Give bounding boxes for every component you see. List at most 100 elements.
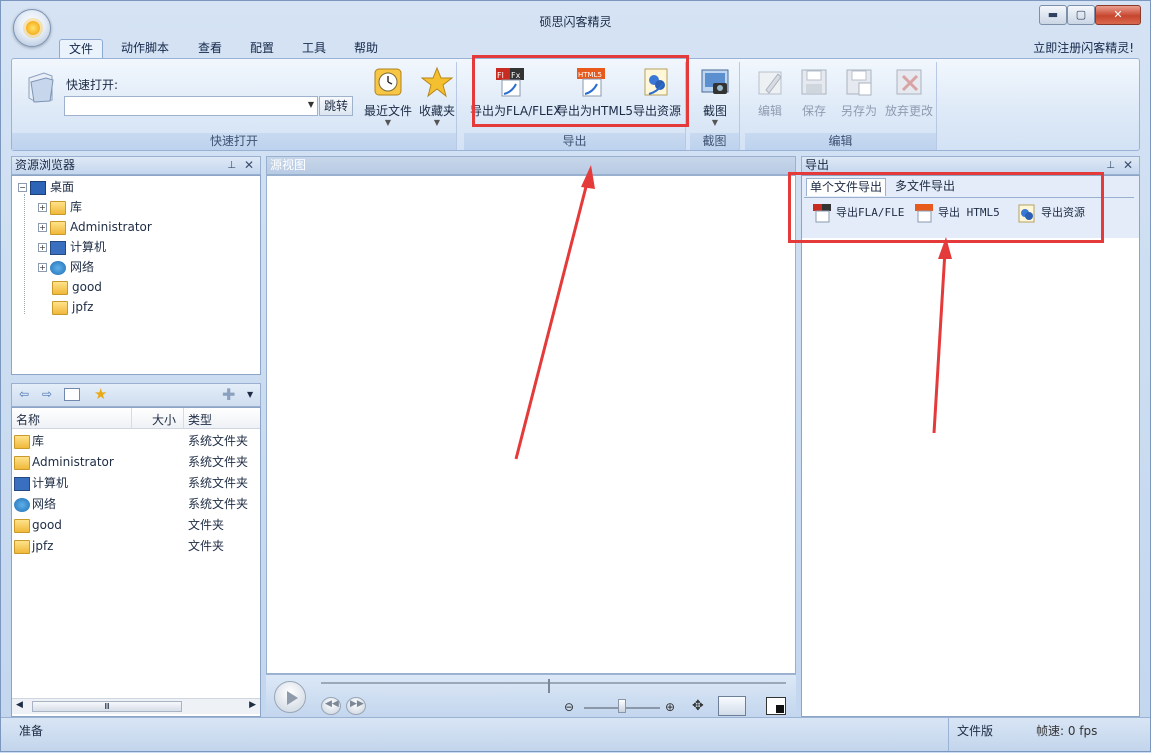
tab-help[interactable]: 帮助	[345, 39, 387, 59]
column-size[interactable]: 大小	[152, 411, 176, 428]
edit-button[interactable]: 编辑	[749, 66, 791, 119]
network-icon	[50, 260, 66, 275]
export-html5-button[interactable]: HTML5 导出为HTML5	[556, 66, 633, 119]
star-icon	[420, 66, 454, 98]
zoom-slider-thumb[interactable]	[618, 699, 626, 713]
pan-zoom-icon[interactable]: ✥	[692, 698, 704, 714]
folder-icon	[14, 539, 30, 554]
rewind-button[interactable]: ◀◀	[321, 697, 341, 715]
folder-icon	[52, 280, 68, 295]
up-folder-icon[interactable]	[64, 388, 80, 401]
save-button[interactable]: 保存	[793, 66, 835, 119]
go-button[interactable]: 跳转	[319, 96, 353, 116]
tree-item-jpfz[interactable]: jpfz	[52, 298, 93, 316]
folder-icon	[14, 518, 30, 533]
actual-size-icon[interactable]	[718, 696, 746, 716]
back-arrow-icon[interactable]: ⇦	[19, 387, 29, 401]
quick-open-input[interactable]: ▼	[64, 96, 318, 116]
desktop-icon	[30, 180, 46, 195]
maximize-button[interactable]: ▢	[1067, 5, 1095, 25]
app-logo-icon	[26, 21, 40, 35]
tab-single-file-export[interactable]: 单个文件导出	[806, 178, 887, 196]
tree-item-administrator[interactable]: + Administrator	[38, 218, 152, 236]
tab-actionscript[interactable]: 动作脚本	[113, 39, 177, 59]
export-resources-button[interactable]: 导出资源	[630, 66, 684, 119]
app-menu-button[interactable]	[13, 9, 51, 47]
column-name[interactable]: 名称	[16, 411, 40, 428]
minimize-button[interactable]: ▬	[1039, 5, 1067, 25]
expand-icon[interactable]: +	[38, 203, 47, 212]
group-screenshot: 截图 ▼ 截图	[690, 62, 740, 150]
add-icon[interactable]: ✚	[222, 385, 235, 404]
list-item-computer[interactable]: 计算机 系统文件夹	[14, 473, 259, 494]
register-link[interactable]: 立即注册闪客精灵!	[1033, 39, 1134, 58]
collapse-icon[interactable]: −	[18, 183, 27, 192]
dropdown-arrow-icon: ▼	[384, 118, 392, 127]
close-panel-icon[interactable]: ✕	[244, 157, 254, 174]
list-item-library[interactable]: 库系统文件夹	[14, 431, 259, 452]
tab-config[interactable]: 配置	[241, 39, 283, 59]
expand-icon[interactable]: +	[38, 223, 47, 232]
tree-item-network[interactable]: + 网络	[38, 258, 94, 276]
export-fla-panel-button[interactable]: 导出FLA/FLE	[812, 202, 904, 224]
tab-multi-file-export[interactable]: 多文件导出	[892, 178, 958, 196]
column-type[interactable]: 类型	[188, 411, 212, 428]
list-item-network[interactable]: 网络 系统文件夹	[14, 494, 259, 515]
fast-forward-button[interactable]: ▶▶	[346, 697, 366, 715]
tab-view[interactable]: 查看	[189, 39, 231, 59]
timeline-marker[interactable]	[548, 679, 550, 693]
pin-icon[interactable]: ⊥	[1106, 157, 1115, 174]
svg-text:Fx: Fx	[511, 71, 521, 80]
scroll-left-icon[interactable]: ◀	[16, 700, 23, 710]
resource-browser-title: 资源浏览器	[15, 158, 76, 172]
horizontal-scrollbar[interactable]: ◀ Ⅲ ▶	[12, 698, 260, 714]
tab-tools[interactable]: 工具	[293, 39, 335, 59]
play-button[interactable]	[274, 681, 306, 713]
scroll-right-icon[interactable]: ▶	[249, 700, 256, 710]
favorite-star-icon[interactable]: ★	[94, 385, 107, 403]
favorites-button[interactable]: 收藏夹 ▼	[416, 66, 458, 127]
background-color-icon[interactable]	[766, 697, 786, 715]
pin-icon[interactable]: ⊥	[227, 157, 236, 174]
tree-item-library[interactable]: + 库	[38, 198, 82, 216]
fla-flex-icon	[812, 203, 832, 223]
resources-icon	[641, 66, 673, 98]
zoom-in-icon[interactable]: ⊕	[665, 700, 675, 714]
title-bar: 硕思闪客精灵 ▬ ▢ ✕	[1, 1, 1150, 47]
camera-icon	[699, 66, 731, 98]
dropdown-arrow-icon[interactable]: ▼	[247, 390, 253, 399]
screenshot-button[interactable]: 截图 ▼	[694, 66, 736, 127]
clock-icon	[372, 66, 404, 98]
ribbon-tab-row: 文件 动作脚本 查看 配置 工具 帮助 立即注册闪客精灵!	[1, 39, 1150, 59]
tree-item-desktop[interactable]: − 桌面	[18, 178, 74, 196]
timeline-track[interactable]	[321, 682, 786, 684]
resource-browser-header: 资源浏览器 ⊥ ✕	[11, 156, 261, 175]
expand-icon[interactable]: +	[38, 263, 47, 272]
file-list-toolbar: ⇦ ⇨ ★ ✚ ▼	[11, 383, 261, 407]
quick-open-label: 快速打开:	[66, 78, 119, 92]
tree-item-good[interactable]: good	[52, 278, 102, 296]
source-view-canvas[interactable]	[266, 175, 796, 674]
tab-file[interactable]: 文件	[59, 39, 103, 59]
expand-icon[interactable]: +	[38, 243, 47, 252]
discard-changes-button[interactable]: 放弃更改	[883, 66, 935, 119]
export-resources-panel-button[interactable]: 导出资源	[1017, 202, 1085, 224]
export-html5-panel-button[interactable]: 导出 HTML5	[914, 202, 1000, 224]
list-item-good[interactable]: good 文件夹	[14, 515, 259, 536]
export-fla-button[interactable]: Fl Fx 导出为FLA/FLEX	[470, 66, 562, 119]
status-bar: 准备 文件版 帧速: 0 fps	[1, 717, 1150, 751]
recent-files-button[interactable]: 最近文件 ▼	[361, 66, 415, 127]
group-quick-open: 快速打开: ▼ 跳转 最近文件 ▼ 收藏夹 ▼ 快速打开	[12, 62, 457, 150]
scroll-thumb[interactable]: Ⅲ	[32, 701, 182, 712]
close-button[interactable]: ✕	[1095, 5, 1141, 25]
resources-icon	[1017, 203, 1037, 223]
zoom-out-icon[interactable]: ⊖	[564, 700, 574, 714]
tree-item-computer[interactable]: + 计算机	[38, 238, 106, 256]
file-list: 名称 大小 类型 库系统文件夹 Administrator 系统文件夹 计算机 系统…	[11, 407, 261, 717]
list-item-administrator[interactable]: Administrator 系统文件夹	[14, 452, 259, 473]
list-item-jpfz[interactable]: jpfz 文件夹	[14, 536, 259, 557]
close-panel-icon[interactable]: ✕	[1123, 157, 1133, 174]
dropdown-arrow-icon: ▼	[433, 118, 441, 127]
save-as-button[interactable]: 另存为	[837, 66, 881, 119]
forward-arrow-icon[interactable]: ⇨	[42, 387, 52, 401]
